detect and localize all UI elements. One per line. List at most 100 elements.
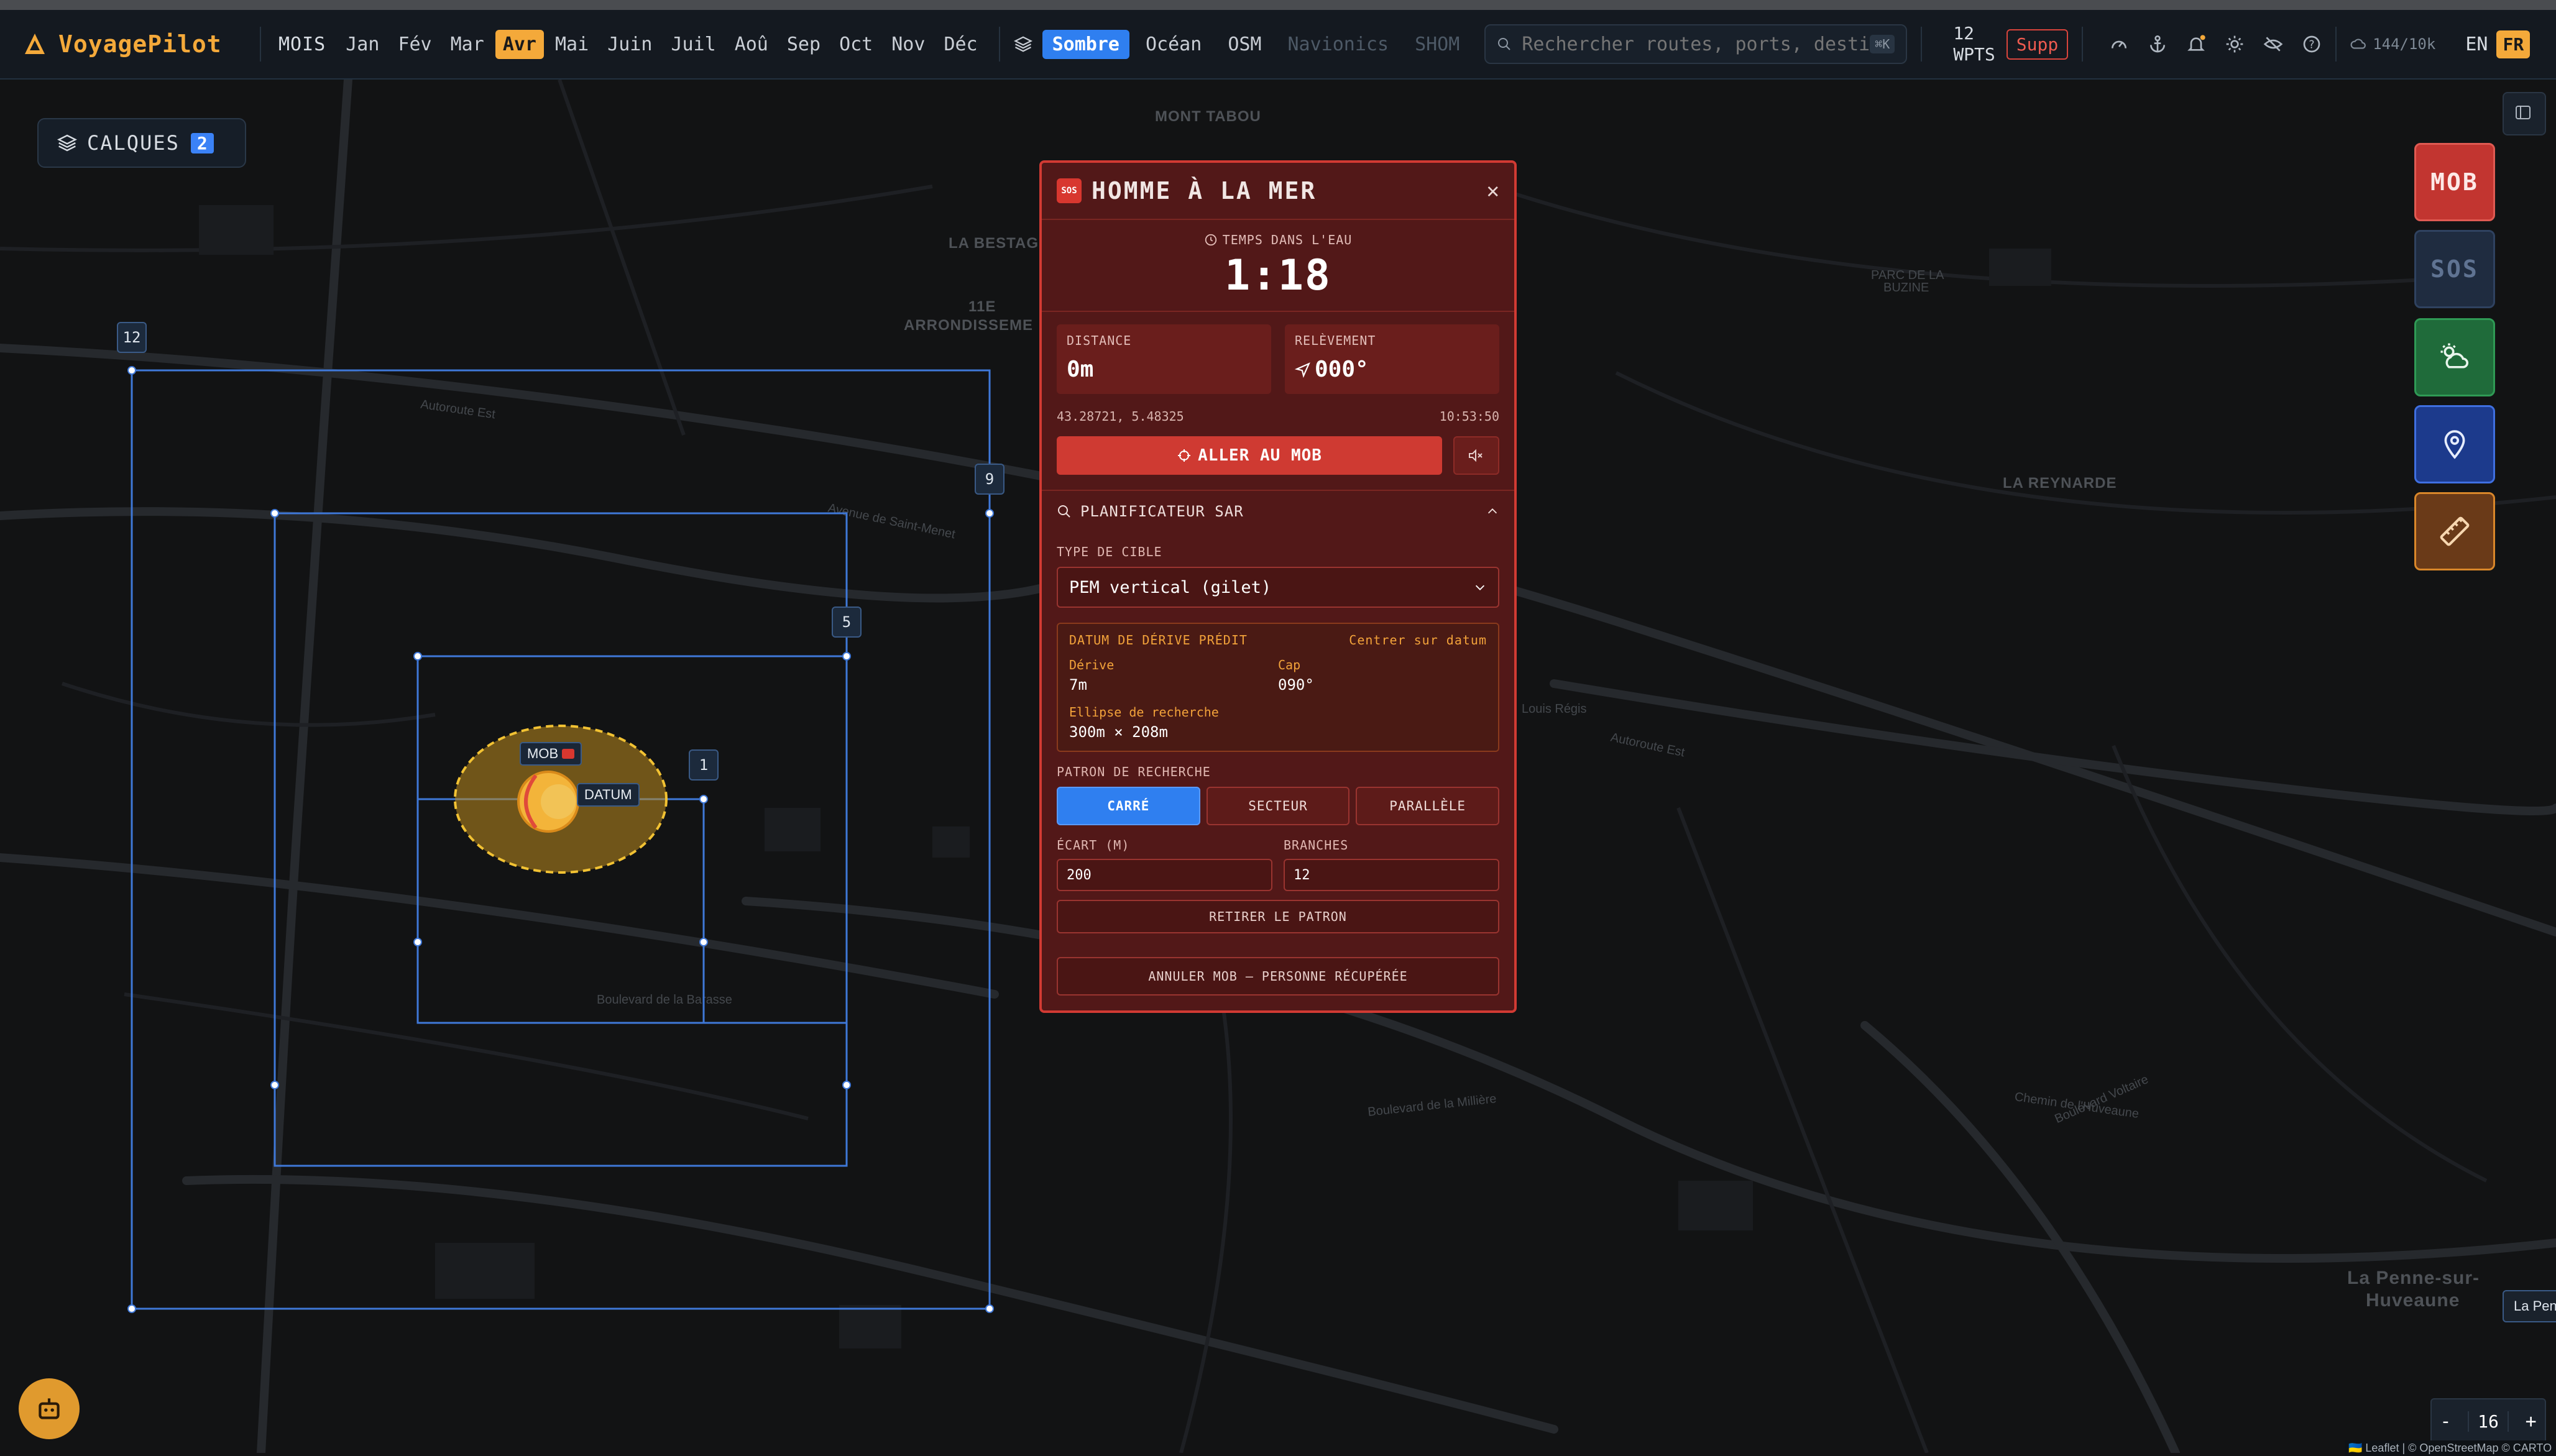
leg-marker-5[interactable]: 5 (832, 607, 862, 638)
basemap-sombre[interactable]: Sombre (1042, 29, 1129, 59)
zoom-in-button[interactable]: + (2526, 1411, 2537, 1432)
month-aug[interactable]: Aoû (727, 30, 776, 59)
pattern-sector-button[interactable]: SECTEUR (1206, 787, 1350, 825)
layers-icon (1013, 36, 1032, 52)
assistant-button[interactable] (19, 1378, 80, 1439)
layers-button[interactable]: CALQUES 2 (37, 118, 246, 168)
mob-tool-button[interactable]: MOB (2414, 143, 2495, 221)
pattern-parallel-button[interactable]: PARALLÈLE (1356, 787, 1500, 825)
goto-mob-button[interactable]: ALLER AU MOB (1057, 436, 1442, 475)
divider (1921, 27, 1923, 62)
top-bar: VoyagePilot MOIS Jan Fév Mar Avr Mai Jui… (0, 10, 2556, 80)
ellipse-value: 300m × 208m (1069, 723, 1168, 741)
month-dec[interactable]: Déc (936, 30, 985, 59)
clock-icon (1205, 234, 1216, 246)
robot-icon (39, 1398, 60, 1419)
month-selector: MOIS Jan Fév Mar Avr Mai Juin Juil Aoû S… (275, 29, 985, 59)
center-on-datum-link[interactable]: Centrer sur datum (1349, 633, 1487, 648)
map-attribution[interactable]: 🇺🇦 Leaflet | © OpenStreetMap © CARTO (2345, 1440, 2556, 1456)
month-nov[interactable]: Nov (884, 30, 932, 59)
zoom-out-button[interactable]: - (2440, 1411, 2451, 1432)
months-label: MOIS (278, 33, 326, 55)
delete-waypoints-button[interactable]: Supp (2006, 29, 2069, 60)
sos-badge-icon (562, 749, 575, 759)
datum-title: DATUM DE DÉRIVE PRÉDIT (1069, 633, 1248, 648)
month-oct[interactable]: Oct (832, 30, 880, 59)
leg-marker-9[interactable]: 9 (975, 464, 1004, 495)
month-mar[interactable]: Mar (443, 30, 492, 59)
lang-en-button[interactable]: EN (2465, 34, 2488, 55)
lang-fr-button[interactable]: FR (2496, 30, 2531, 58)
month-sep[interactable]: Sep (779, 30, 828, 59)
brand[interactable]: VoyagePilot (22, 30, 246, 58)
mob-position: 43.28721, 5.48325 10:53:50 (1042, 394, 1514, 424)
place-tooltip: La Penne (2503, 1290, 2556, 1322)
distance-value: 0m (1067, 357, 1094, 382)
month-jun[interactable]: Juin (600, 30, 660, 59)
bearing-card: RELÈVEMENT 000° (1285, 324, 1499, 394)
search-input[interactable] (1520, 32, 1870, 56)
toolbar-icons: ? (2109, 34, 2322, 54)
basemap-navionics[interactable]: Navionics (1278, 30, 1399, 59)
time-label-row: TEMPS DANS L'EAU (1042, 232, 1514, 247)
pattern-params-labels: ÉCART (M) BRANCHES (1042, 838, 1514, 853)
close-icon[interactable]: ✕ (1487, 178, 1499, 203)
time-label: TEMPS DANS L'EAU (1222, 232, 1353, 247)
bell-icon[interactable] (2186, 34, 2206, 54)
heading-label: Cap (1278, 657, 1301, 672)
crosshair-icon (1178, 449, 1191, 462)
mob-tag: MOB (520, 742, 582, 766)
basemap-shom[interactable]: SHOM (1405, 30, 1469, 59)
month-jul[interactable]: Juil (663, 30, 723, 59)
mute-alarm-button[interactable] (1453, 436, 1499, 475)
month-may[interactable]: Mai (548, 30, 596, 59)
drift-datum-box: DATUM DE DÉRIVE PRÉDIT Centrer sur datum… (1057, 623, 1499, 752)
gauge-icon[interactable] (2109, 34, 2129, 54)
weather-tool-button[interactable] (2414, 318, 2495, 396)
month-jan[interactable]: Jan (338, 30, 387, 59)
help-icon[interactable]: ? (2302, 34, 2322, 54)
waypoint-unit: WPTS (1953, 44, 1995, 65)
waypoint-counter: 12 WPTS (1953, 23, 1995, 65)
basemap-ocean[interactable]: Océan (1136, 30, 1211, 59)
divider (2082, 27, 2084, 62)
remove-pattern-button[interactable]: RETIRER LE PATRON (1057, 900, 1499, 933)
target-type-select[interactable]: PEM vertical (gilet) (1057, 567, 1499, 608)
time-value: 1:18 (1225, 251, 1331, 300)
drift-value: 7m (1069, 676, 1087, 694)
cancel-mob-button[interactable]: ANNULER MOB — PERSONNE RÉCUPÉRÉE (1057, 957, 1499, 996)
spacing-input[interactable] (1057, 859, 1272, 891)
divider (2335, 27, 2337, 62)
eye-off-icon[interactable] (2263, 34, 2283, 54)
time-in-water: TEMPS DANS L'EAU 1:18 (1042, 220, 1514, 312)
leg-marker-12[interactable]: 12 (117, 322, 147, 353)
anchor-icon[interactable] (2148, 34, 2168, 54)
bearing-row: 000° (1294, 357, 1489, 382)
divider (260, 27, 261, 62)
svg-text:?: ? (2309, 39, 2315, 52)
basemap-osm[interactable]: OSM (1218, 30, 1271, 59)
mob-timestamp: 10:53:50 (1439, 409, 1499, 424)
cloud-quota-icon (2350, 39, 2366, 49)
search-box[interactable]: ⌘K (1484, 24, 1908, 64)
sar-planner-toggle[interactable]: PLANIFICATEUR SAR (1042, 490, 1514, 532)
leg-marker-1[interactable]: 1 (689, 749, 719, 781)
sun-icon[interactable] (2225, 34, 2245, 54)
waypoint-count: 12 (1953, 23, 1975, 43)
mob-metrics: DISTANCE 0m RELÈVEMENT 000° (1042, 312, 1514, 394)
mob-actions: ALLER AU MOB (1042, 424, 1514, 475)
branches-input[interactable] (1284, 859, 1499, 891)
sos-tool-button[interactable]: SOS (2414, 230, 2495, 308)
heading-value: 090° (1278, 676, 1314, 694)
collapse-panel-button[interactable] (2503, 92, 2546, 135)
branches-label: BRANCHES (1284, 838, 1349, 853)
month-feb[interactable]: Fév (390, 30, 439, 59)
waypoint-tool-button[interactable] (2414, 405, 2495, 483)
layers-label: CALQUES (87, 131, 180, 155)
month-apr[interactable]: Avr (495, 29, 544, 59)
goto-mob-label: ALLER AU MOB (1198, 446, 1322, 465)
pattern-square-button[interactable]: CARRÉ (1057, 787, 1200, 825)
heading-block: Cap 090° (1278, 657, 1487, 694)
measure-tool-button[interactable] (2414, 492, 2495, 570)
target-type-value: PEM vertical (gilet) (1069, 577, 1272, 597)
